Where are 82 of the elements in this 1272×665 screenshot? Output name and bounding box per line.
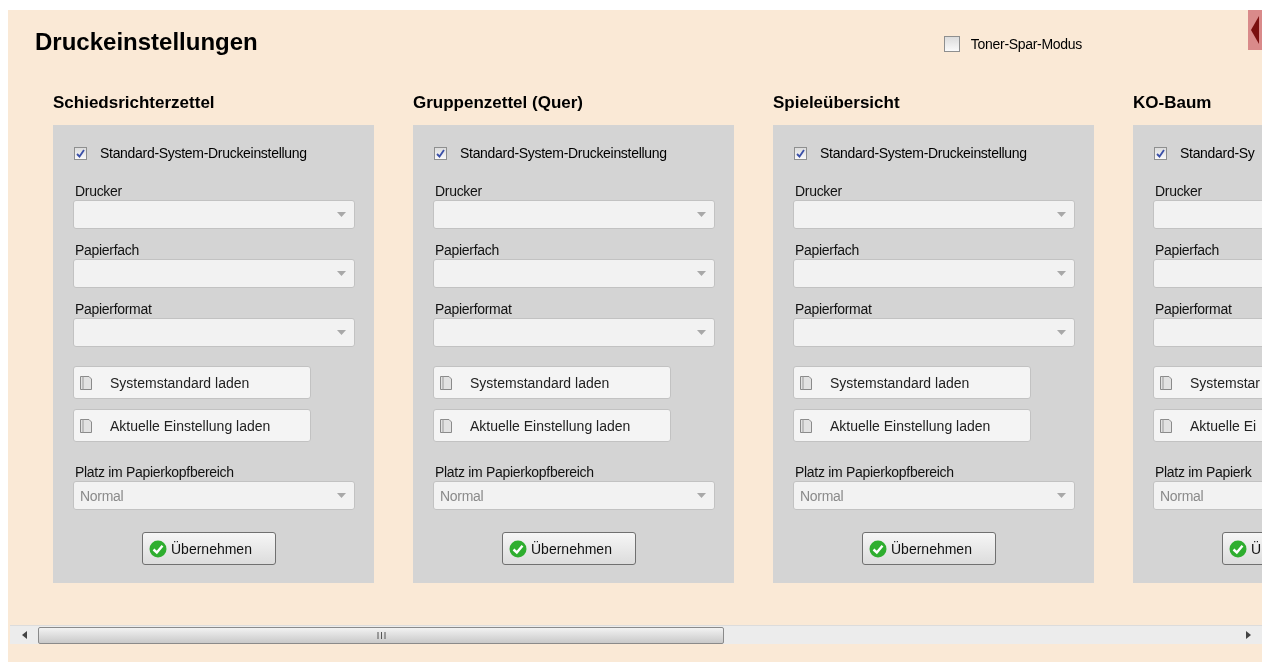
scrollbar-thumb[interactable] bbox=[38, 626, 724, 644]
field-label: Papierformat bbox=[435, 301, 513, 318]
checkmark-icon bbox=[1229, 539, 1247, 558]
arrow-left-icon bbox=[1251, 16, 1259, 44]
load-button[interactable]: Aktuelle Einstellung laden bbox=[73, 409, 311, 442]
dropdown-arrow-icon bbox=[337, 493, 346, 498]
checkbox-label: Standard-System-Druckeinstellung bbox=[460, 145, 667, 161]
section-heading: Gruppenzettel (Quer) bbox=[413, 92, 584, 114]
field-label: Platz im Papierkopfbereich bbox=[435, 464, 595, 481]
arrow-right-icon bbox=[1245, 631, 1251, 639]
load-button[interactable]: Systemstandard laden bbox=[433, 366, 671, 399]
checkbox[interactable] bbox=[434, 146, 447, 160]
checkbox[interactable] bbox=[794, 146, 807, 160]
field-label: Papierfach bbox=[75, 242, 140, 259]
load-button[interactable]: Systemstandard laden bbox=[793, 366, 1031, 399]
document-icon bbox=[799, 374, 813, 391]
apply-button[interactable]: Übernehmen bbox=[502, 532, 636, 565]
document-icon bbox=[439, 417, 453, 434]
field-label: Papierformat bbox=[75, 301, 153, 318]
dropdown[interactable] bbox=[433, 259, 715, 288]
section-heading: Schiedsrichterzettel bbox=[53, 92, 216, 114]
field-label: Drucker bbox=[1155, 183, 1203, 200]
dropdown[interactable] bbox=[73, 200, 355, 229]
dropdown-arrow-icon bbox=[697, 493, 706, 498]
dropdown-arrow-icon bbox=[337, 271, 346, 276]
checkbox-label: Toner-Spar-Modus bbox=[970, 36, 1082, 52]
field-label: Platz im Papierk bbox=[1155, 464, 1253, 481]
dropdown-arrow-icon bbox=[697, 212, 706, 217]
section-heading: KO-Baum bbox=[1133, 92, 1213, 114]
document-icon bbox=[79, 374, 93, 391]
document-icon bbox=[439, 374, 453, 391]
dropdown-arrow-icon bbox=[337, 330, 346, 335]
load-button[interactable]: Aktuelle Einstellung laden bbox=[433, 409, 671, 442]
document-icon bbox=[799, 417, 813, 434]
checkmark-icon bbox=[509, 539, 527, 558]
load-button[interactable]: Aktuelle Ei bbox=[1153, 409, 1262, 442]
dropdown[interactable] bbox=[793, 200, 1075, 229]
field-label: Platz im Papierkopfbereich bbox=[75, 464, 235, 481]
dropdown-arrow-icon bbox=[1057, 330, 1066, 335]
field-label: Papierfach bbox=[435, 242, 500, 259]
apply-button[interactable]: Ü bbox=[1222, 532, 1262, 565]
document-icon bbox=[1159, 374, 1173, 391]
dropdown[interactable] bbox=[73, 318, 355, 347]
collapse-button[interactable] bbox=[1248, 10, 1262, 50]
document-icon bbox=[79, 417, 93, 434]
checkbox-label: Standard-System-Druckeinstellung bbox=[820, 145, 1027, 161]
load-button[interactable]: Aktuelle Einstellung laden bbox=[793, 409, 1031, 442]
dropdown[interactable] bbox=[73, 259, 355, 288]
checkbox[interactable] bbox=[74, 146, 87, 160]
field-label: Papierfach bbox=[795, 242, 860, 259]
checkbox-label: Standard-System-Druckeinstellung bbox=[100, 145, 307, 161]
apply-button[interactable]: Übernehmen bbox=[142, 532, 276, 565]
dropdown[interactable] bbox=[433, 318, 715, 347]
page-title: Druckeinstellungen bbox=[35, 28, 258, 56]
dropdown[interactable] bbox=[793, 259, 1075, 288]
checkmark-icon bbox=[149, 539, 167, 558]
dropdown[interactable] bbox=[433, 200, 715, 229]
field-label: Drucker bbox=[795, 183, 843, 200]
field-label: Platz im Papierkopfbereich bbox=[795, 464, 955, 481]
section-heading: Spieleübersicht bbox=[773, 92, 901, 114]
load-button[interactable]: Systemstandard laden bbox=[73, 366, 311, 399]
dropdown-arrow-icon bbox=[1057, 212, 1066, 217]
field-label: Papierformat bbox=[1155, 301, 1233, 318]
checkbox[interactable] bbox=[1154, 146, 1167, 160]
arrow-left-icon bbox=[21, 631, 27, 639]
document-icon bbox=[1159, 417, 1173, 434]
dropdown[interactable] bbox=[793, 318, 1075, 347]
field-label: Drucker bbox=[75, 183, 123, 200]
field-label: Drucker bbox=[435, 183, 483, 200]
dropdown-arrow-icon bbox=[337, 212, 346, 217]
dropdown-arrow-icon bbox=[697, 330, 706, 335]
checkmark-icon bbox=[869, 539, 887, 558]
checkbox[interactable] bbox=[943, 36, 960, 52]
dropdown-arrow-icon bbox=[1057, 271, 1066, 276]
field-label: Papierformat bbox=[795, 301, 873, 318]
checkbox-label: Standard-Sy bbox=[1180, 145, 1255, 161]
load-button[interactable]: Systemstar bbox=[1153, 366, 1262, 399]
dropdown-arrow-icon bbox=[697, 271, 706, 276]
dropdown-arrow-icon bbox=[1057, 493, 1066, 498]
grip-icon bbox=[376, 631, 386, 639]
field-label: Papierfach bbox=[1155, 242, 1220, 259]
apply-button[interactable]: Übernehmen bbox=[862, 532, 996, 565]
